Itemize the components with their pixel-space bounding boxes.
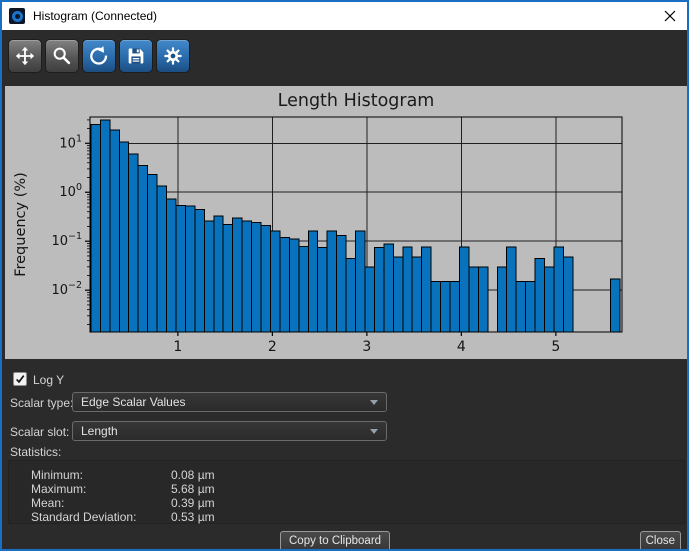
- stat-row-minimum: Minimum: 0.08 µm: [9, 468, 686, 482]
- reset-button[interactable]: [82, 39, 116, 73]
- chevron-down-icon: [370, 429, 378, 434]
- pan-button[interactable]: [8, 39, 42, 73]
- scalar-slot-label: Scalar slot:: [10, 425, 69, 439]
- scalar-slot-select[interactable]: Length: [72, 421, 387, 441]
- scalar-type-select[interactable]: Edge Scalar Values: [72, 392, 387, 412]
- pan-arrows-icon: [14, 45, 36, 67]
- svg-text:4: 4: [457, 339, 466, 355]
- close-button[interactable]: Close: [640, 531, 681, 551]
- plot-toolbar: [2, 30, 687, 86]
- statistics-label: Statistics:: [10, 445, 61, 459]
- save-button[interactable]: [119, 39, 153, 73]
- close-icon[interactable]: [661, 8, 679, 24]
- chevron-down-icon: [370, 400, 378, 405]
- zoom-button[interactable]: [45, 39, 79, 73]
- length-histogram-chart: 1234510110010−110−2Length HistogramFrequ…: [5, 86, 688, 359]
- settings-button[interactable]: [156, 39, 190, 73]
- stat-row-std-deviation: Standard Deviation: 0.53 µm: [9, 510, 686, 524]
- stat-label: Mean:: [31, 496, 64, 510]
- app-logo-icon: [9, 8, 25, 24]
- log-y-label: Log Y: [33, 373, 64, 387]
- svg-text:5: 5: [551, 339, 560, 355]
- stat-value: 0.39 µm: [171, 496, 215, 510]
- histogram-canvas[interactable]: 1234510110010−110−2Length HistogramFrequ…: [5, 86, 688, 359]
- magnifier-icon: [51, 45, 73, 67]
- save-floppy-icon: [125, 45, 147, 67]
- titlebar[interactable]: Histogram (Connected): [2, 2, 687, 30]
- stat-row-maximum: Maximum: 5.68 µm: [9, 482, 686, 496]
- svg-text:Frequency (%): Frequency (%): [13, 172, 29, 277]
- stat-value: 5.68 µm: [171, 482, 215, 496]
- rotate-reset-icon: [88, 45, 110, 67]
- scalar-type-label: Scalar type:: [10, 396, 73, 410]
- gear-icon: [162, 45, 184, 67]
- log-y-checkbox[interactable]: [13, 372, 27, 386]
- check-icon: [15, 374, 25, 384]
- stat-value: 0.08 µm: [171, 468, 215, 482]
- scalar-slot-value: Length: [81, 424, 118, 438]
- svg-text:Length Histogram: Length Histogram: [278, 91, 435, 111]
- svg-text:1: 1: [173, 339, 182, 355]
- stat-label: Minimum:: [31, 468, 83, 482]
- stat-value: 0.53 µm: [171, 510, 215, 524]
- statistics-panel: Minimum: 0.08 µm Maximum: 5.68 µm Mean: …: [8, 460, 685, 524]
- svg-text:3: 3: [362, 339, 371, 355]
- stat-label: Standard Deviation:: [31, 510, 136, 524]
- histogram-window: Histogram (Connected): [0, 0, 689, 551]
- stat-label: Maximum:: [31, 482, 86, 496]
- window-title: Histogram (Connected): [33, 9, 157, 23]
- svg-text:2: 2: [268, 339, 277, 355]
- copy-to-clipboard-button[interactable]: Copy to Clipboard: [280, 531, 390, 551]
- stat-row-mean: Mean: 0.39 µm: [9, 496, 686, 510]
- scalar-type-value: Edge Scalar Values: [81, 395, 186, 409]
